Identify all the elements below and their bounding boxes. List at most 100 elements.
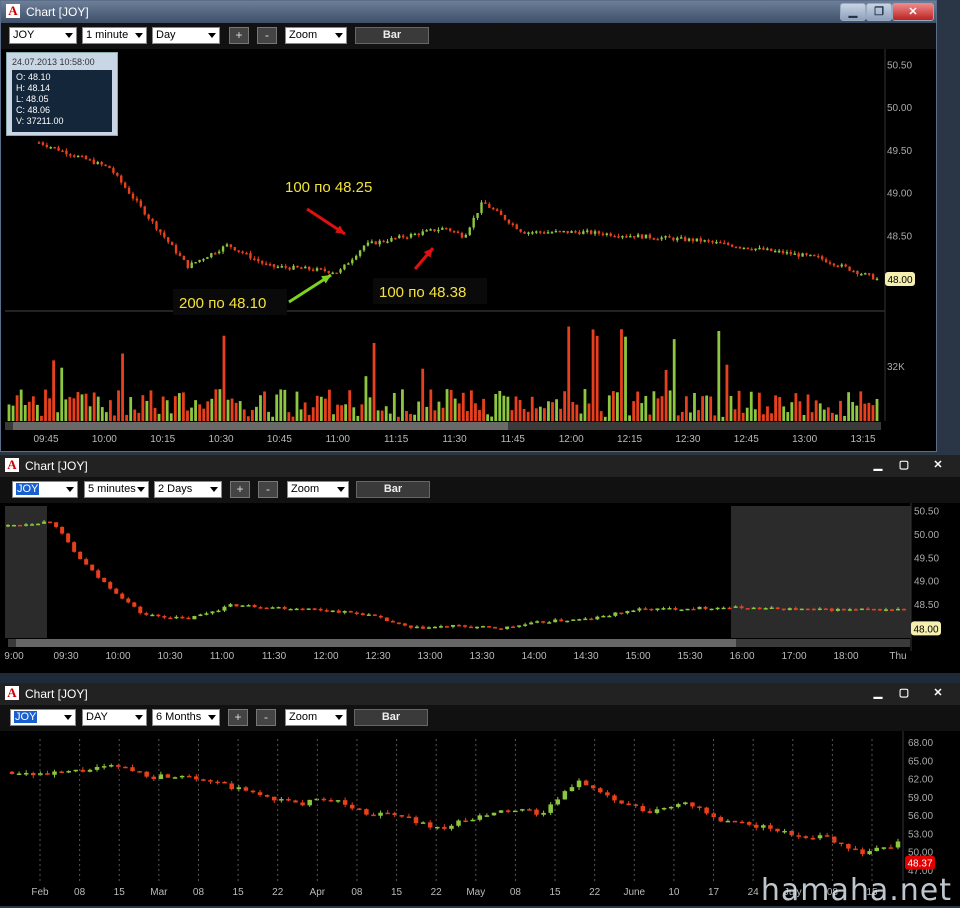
price-axis-label: 50.00	[887, 103, 912, 114]
volume-bar	[713, 415, 717, 421]
title-bar[interactable]: A Chart [JOY] ▁ ▢ ✕	[0, 683, 960, 705]
volume-bar	[611, 391, 615, 421]
zoom-in-button[interactable]: +	[229, 27, 249, 44]
volume-bar	[206, 401, 210, 421]
zoom-in-button[interactable]: +	[228, 709, 248, 726]
candle	[523, 231, 526, 234]
candle	[222, 781, 227, 784]
candle	[120, 593, 125, 599]
interval-select[interactable]: 5 minutes	[84, 481, 149, 498]
candle	[539, 231, 542, 233]
time-axis-label: 10:45	[267, 434, 292, 445]
maximize-button[interactable]: ❐	[866, 3, 892, 21]
candle	[799, 608, 804, 611]
candle	[92, 159, 96, 165]
candle	[773, 250, 777, 253]
ohlc-tooltip: 24.07.2013 10:58:00 O: 48.10 H: 48.14 L:…	[6, 52, 118, 136]
candle	[746, 247, 749, 250]
candle	[484, 202, 487, 204]
close-button[interactable]: ✕	[926, 685, 950, 701]
interval-select[interactable]: DAY	[82, 709, 147, 726]
volume-bar	[551, 402, 554, 421]
bar-style-button[interactable]: Bar	[355, 27, 429, 44]
candle	[541, 621, 546, 623]
volume-bar	[210, 398, 214, 421]
intraday-1min-chart[interactable]: 50.50 50.00 49.50 49.00 48.50 32K 09:45 10:00 10…	[1, 49, 936, 451]
minimize-button[interactable]: ▁	[866, 457, 890, 473]
candle	[820, 256, 824, 260]
maximize-button[interactable]: ▢	[892, 685, 916, 701]
candle	[366, 614, 371, 616]
zoom-out-button[interactable]: -	[257, 27, 277, 44]
time-axis-label: 10:00	[92, 434, 117, 445]
volume-bar	[786, 412, 790, 421]
volume-bar	[275, 394, 279, 421]
zoom-out-button[interactable]: -	[256, 709, 276, 726]
candle	[174, 245, 178, 254]
zoom-select[interactable]: Zoom	[287, 481, 349, 498]
zoom-select[interactable]: Zoom	[285, 709, 347, 726]
bar-style-button[interactable]: Bar	[354, 709, 428, 726]
candle	[170, 242, 174, 246]
close-button[interactable]: ✕	[926, 457, 950, 473]
volume-bar	[263, 391, 266, 421]
minimize-button[interactable]: ▁	[840, 3, 866, 21]
symbol-select[interactable]: JOY	[9, 27, 77, 44]
minimize-button[interactable]: ▁	[866, 685, 890, 701]
volume-bar	[636, 391, 640, 421]
candle	[384, 617, 389, 622]
volume-bar	[35, 404, 39, 421]
intraday-5min-chart[interactable]: 50.50 50.00 49.50 49.00 48.50 9:00 09:30 10:00 1…	[0, 503, 960, 673]
chart-toolbar: JOY 1 minute Day + - Zoom Bar	[1, 23, 936, 50]
volume-bar	[737, 390, 741, 421]
candle	[745, 608, 750, 610]
candle	[679, 609, 684, 612]
candle	[493, 626, 498, 629]
bar-style-button[interactable]: Bar	[356, 481, 430, 498]
title-bar[interactable]: A Chart [JOY] ▁ ▢ ✕	[0, 455, 960, 477]
candle	[515, 224, 518, 230]
candle	[664, 236, 667, 238]
range-select[interactable]: 6 Months	[152, 709, 220, 726]
candle	[703, 240, 706, 242]
title-bar[interactable]: A Chart [JOY] ▁ ❐ ✕	[1, 1, 936, 23]
candle	[127, 187, 131, 194]
volume-bar	[291, 416, 295, 421]
candle	[108, 582, 113, 589]
volume-bar	[599, 411, 603, 421]
candle	[53, 147, 56, 149]
candle	[318, 608, 323, 611]
candle	[179, 775, 185, 778]
symbol-select[interactable]: JOY	[10, 709, 76, 726]
volume-bar	[429, 389, 433, 421]
candle	[754, 248, 757, 251]
candle	[867, 851, 872, 855]
volume-bar	[44, 389, 47, 421]
candle	[476, 212, 479, 218]
candle	[112, 168, 115, 173]
dropdown-arrow-icon	[135, 33, 143, 38]
maximize-button[interactable]: ▢	[892, 457, 916, 473]
last-price-label: 48.00	[913, 624, 938, 635]
candle	[769, 607, 774, 609]
close-button[interactable]: ✕	[892, 3, 934, 21]
zoom-select[interactable]: Zoom	[285, 27, 347, 44]
candle	[529, 622, 534, 625]
candle	[374, 241, 377, 245]
interval-select[interactable]: 1 minute	[82, 27, 147, 44]
candle	[252, 605, 257, 608]
zoom-out-button[interactable]: -	[258, 481, 278, 498]
candle	[84, 559, 89, 565]
zoom-in-button[interactable]: +	[230, 481, 250, 498]
candle	[330, 610, 335, 613]
candle	[613, 612, 618, 616]
range-select[interactable]: 2 Days	[154, 481, 222, 498]
candle	[730, 244, 734, 247]
range-select[interactable]: Day	[152, 27, 220, 44]
candle	[781, 608, 786, 611]
candle	[210, 611, 215, 614]
symbol-select[interactable]: JOY	[12, 481, 78, 498]
window-title: Chart [JOY]	[26, 5, 89, 19]
candle	[660, 237, 663, 240]
volume-bar	[392, 392, 396, 421]
